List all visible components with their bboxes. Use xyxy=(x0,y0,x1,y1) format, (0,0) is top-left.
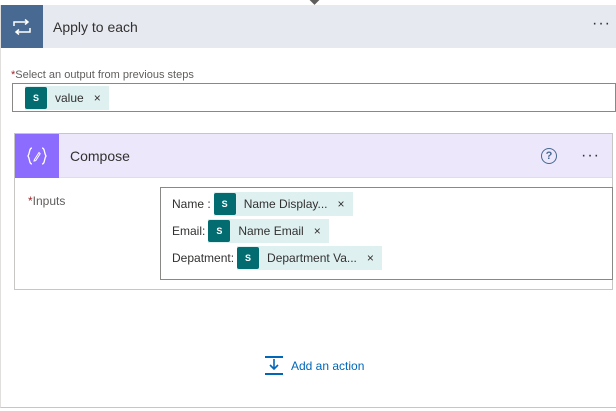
name-display-token[interactable]: S Name Display... × xyxy=(213,192,353,216)
input-line-label: Name : xyxy=(172,197,211,211)
token-label: Name Email xyxy=(238,224,304,238)
add-action-icon xyxy=(263,355,285,377)
help-icon[interactable]: ? xyxy=(541,148,557,164)
input-line-label: Email: xyxy=(172,224,206,238)
compose-card: Compose ? ··· *Inputs Name : S Name Disp… xyxy=(14,133,613,290)
select-output-label: *Select an output from previous steps xyxy=(11,69,194,81)
add-action-button[interactable]: Add an action xyxy=(263,355,364,377)
remove-token-icon[interactable]: × xyxy=(94,91,101,105)
remove-token-icon[interactable]: × xyxy=(338,197,345,211)
select-output-field[interactable]: S value × xyxy=(12,83,616,112)
remove-token-icon[interactable]: × xyxy=(367,251,374,265)
apply-to-each-title: Apply to each xyxy=(53,18,138,35)
input-line-email: Email: S Name Email × xyxy=(172,219,329,243)
apply-to-each-card: Apply to each ··· *Select an output from… xyxy=(0,5,616,408)
input-line-label: Depatment: xyxy=(172,251,235,265)
input-line-department: Depatment: S Department Va... × xyxy=(172,246,382,270)
token-label: Department Va... xyxy=(267,251,357,265)
remove-token-icon[interactable]: × xyxy=(314,224,321,238)
value-token-label: value xyxy=(55,90,84,105)
inputs-label: *Inputs xyxy=(28,194,66,208)
apply-to-each-header[interactable]: Apply to each ··· xyxy=(1,5,616,48)
loop-icon xyxy=(1,5,43,48)
compose-header[interactable]: Compose ? ··· xyxy=(15,133,612,178)
apply-more-options-icon[interactable]: ··· xyxy=(592,16,611,32)
compose-more-options-icon[interactable]: ··· xyxy=(581,147,600,165)
value-token[interactable]: S value × xyxy=(25,85,109,110)
input-line-name: Name : S Name Display... × xyxy=(172,192,353,216)
sharepoint-icon: S xyxy=(208,220,231,242)
inputs-field[interactable]: Name : S Name Display... × Email: S Name… xyxy=(160,187,613,280)
compose-braces-icon xyxy=(15,133,59,178)
add-action-label: Add an action xyxy=(291,359,365,373)
name-email-token[interactable]: S Name Email × xyxy=(208,219,329,243)
sharepoint-icon: S xyxy=(237,247,260,269)
sharepoint-icon: S xyxy=(213,193,236,215)
token-label: Name Display... xyxy=(243,197,328,211)
sharepoint-icon: S xyxy=(25,86,47,109)
compose-title: Compose xyxy=(70,147,130,164)
department-value-token[interactable]: S Department Va... × xyxy=(237,246,382,270)
